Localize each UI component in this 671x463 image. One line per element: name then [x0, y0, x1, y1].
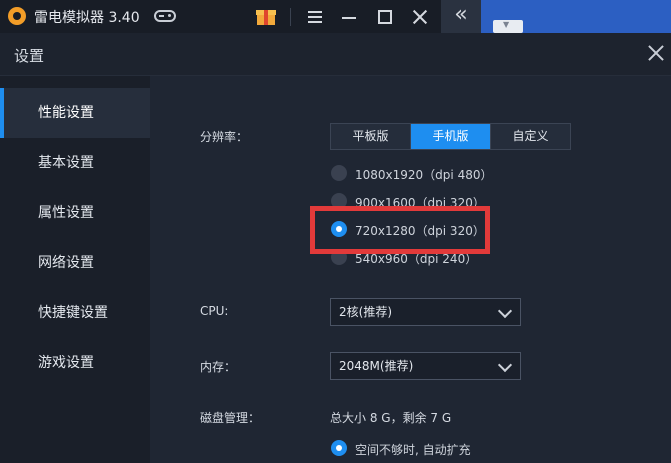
performance-settings-panel: 分辨率： 平板版 手机版 自定义 1080x1920（dpi 480） 900x…: [150, 76, 671, 463]
app-logo-icon: [8, 7, 26, 25]
memory-select[interactable]: 2048M(推荐): [330, 352, 521, 380]
tab-phone[interactable]: 手机版: [410, 124, 490, 149]
gift-icon[interactable]: [256, 7, 276, 25]
memory-select-value: 2048M(推荐): [339, 359, 414, 373]
minimize-icon[interactable]: [336, 4, 362, 30]
cpu-select[interactable]: 2核(推荐): [330, 298, 521, 326]
title-divider: [290, 8, 291, 26]
sidebar-item-properties[interactable]: 属性设置: [0, 188, 150, 238]
resolution-label-1080: 1080x1920（dpi 480）: [355, 168, 493, 182]
gamepad-icon[interactable]: [154, 10, 176, 22]
sidebar-item-basic[interactable]: 基本设置: [0, 138, 150, 188]
disk-auto-expand-radio[interactable]: [331, 440, 347, 456]
close-icon[interactable]: [407, 4, 433, 30]
tab-custom[interactable]: 自定义: [490, 124, 570, 149]
disk-auto-expand-label: 空间不够时, 自动扩充: [355, 443, 471, 457]
emulator-screen-area: [481, 0, 671, 33]
cpu-select-value: 2核(推荐): [339, 305, 392, 319]
menu-icon[interactable]: [302, 4, 328, 30]
sidebar-item-performance[interactable]: 性能设置: [0, 88, 150, 138]
maximize-icon[interactable]: [372, 4, 398, 30]
sidebar-item-shortcuts[interactable]: 快捷键设置: [0, 288, 150, 338]
resolution-label-720: 720x1280（dpi 320）: [355, 224, 485, 238]
dropdown-tab-icon[interactable]: [493, 20, 523, 33]
sidebar-item-games[interactable]: 游戏设置: [0, 338, 150, 388]
disk-label: 磁盘管理：: [200, 411, 261, 425]
disk-info: 总大小 8 G，剩余 7 G: [330, 411, 452, 425]
settings-sidebar: 性能设置 基本设置 属性设置 网络设置 快捷键设置 游戏设置: [0, 76, 150, 463]
resolution-label: 分辨率：: [200, 130, 249, 144]
tab-tablet[interactable]: 平板版: [331, 124, 410, 149]
dialog-title: 设置: [14, 47, 45, 65]
resolution-radio-720[interactable]: [331, 221, 347, 237]
app-title: 雷电模拟器 3.40: [34, 10, 140, 26]
chevron-down-icon: [497, 357, 513, 373]
title-bar: 雷电模拟器 3.40 «: [0, 0, 671, 33]
chevron-down-icon: [497, 303, 513, 319]
memory-label: 内存：: [200, 360, 237, 374]
cpu-label: CPU:: [200, 304, 229, 318]
device-type-tabs: 平板版 手机版 自定义: [330, 123, 571, 150]
dialog-close-icon[interactable]: [646, 43, 666, 63]
dialog-header: 设置: [0, 33, 671, 76]
resolution-radio-1080[interactable]: [331, 165, 347, 181]
collapse-sidebar-button[interactable]: «: [441, 0, 481, 33]
sidebar-item-network[interactable]: 网络设置: [0, 238, 150, 288]
